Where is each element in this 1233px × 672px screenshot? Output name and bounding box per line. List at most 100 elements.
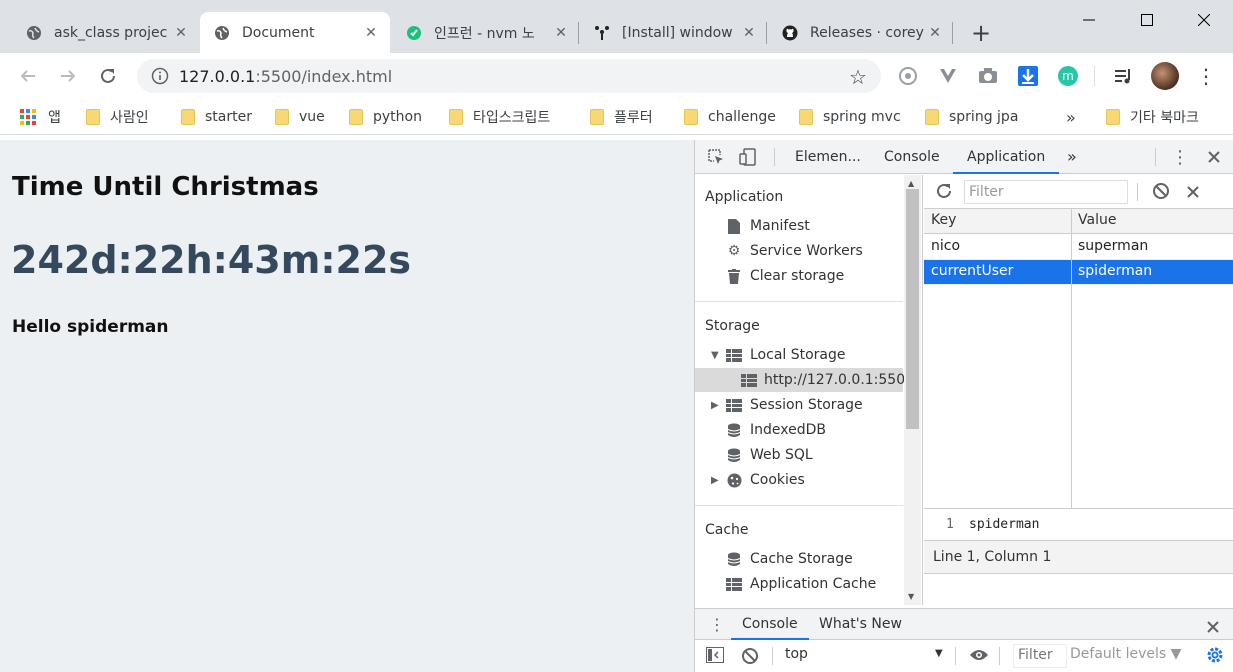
live-expression-eye-icon[interactable] <box>969 647 989 667</box>
drawer-tab-bar: ⋮ Console What's New <box>695 608 1233 640</box>
console-settings-gear-icon[interactable] <box>1206 646 1224 668</box>
browser-toolbar: 127.0.0.1:5500/index.html ☆ m ⋮ <box>0 53 1233 99</box>
expand-down-icon[interactable]: ▼ <box>711 350 725 361</box>
bookmark-folder[interactable]: spring mvc <box>799 106 901 128</box>
devtools-close-icon[interactable] <box>1203 146 1225 168</box>
reload-icon[interactable] <box>94 62 122 90</box>
menu-kebab-icon[interactable]: ⋮ <box>1192 62 1220 90</box>
sidebar-item-session-storage[interactable]: ▶ Session Storage <box>711 393 863 417</box>
profile-avatar[interactable] <box>1151 62 1179 90</box>
storage-filter-input[interactable]: Filter <box>964 180 1128 204</box>
close-tab-icon[interactable]: ✕ <box>172 25 190 41</box>
tab-title: Document <box>242 24 315 41</box>
tree-icon <box>594 25 610 41</box>
toolbar-divider <box>772 647 773 665</box>
tab-application[interactable]: Application <box>953 140 1060 174</box>
camera-icon[interactable] <box>974 62 1002 90</box>
url-text[interactable]: 127.0.0.1:5500/index.html <box>179 67 392 86</box>
inspect-element-icon[interactable] <box>705 146 727 168</box>
other-bookmarks-folder[interactable]: 기타 북마크 <box>1106 106 1199 128</box>
apps-shortcut[interactable]: 앱 <box>20 106 61 128</box>
bookmark-folder[interactable]: 사람인 <box>86 106 149 128</box>
log-levels-dropdown[interactable]: Default levels ▼ <box>1070 646 1181 662</box>
expand-right-icon[interactable]: ▶ <box>711 475 725 486</box>
address-bar[interactable]: 127.0.0.1:5500/index.html ☆ <box>137 59 881 93</box>
bookmark-folder[interactable]: challenge <box>684 106 776 128</box>
window-close-icon[interactable] <box>1175 0 1233 40</box>
sidebar-item-websql[interactable]: Web SQL <box>725 443 813 467</box>
clear-all-icon[interactable] <box>1152 182 1170 204</box>
close-tab-icon[interactable]: ✕ <box>552 25 570 41</box>
extension-m-icon[interactable]: m <box>1054 62 1082 90</box>
tab-divider <box>766 22 767 44</box>
back-icon[interactable] <box>14 62 42 90</box>
new-tab-button[interactable]: + <box>966 18 996 48</box>
tab-console[interactable]: Console <box>884 140 940 174</box>
sidebar-item-cookies[interactable]: ▶ Cookies <box>711 468 805 492</box>
refresh-icon[interactable] <box>935 182 953 204</box>
sidebar-divider <box>695 301 903 302</box>
tab-elements[interactable]: Elemen... <box>795 140 861 174</box>
scroll-up-icon[interactable]: ▲ <box>908 179 914 188</box>
browser-tab[interactable]: [Install] window ✕ <box>580 12 768 53</box>
table-row-selected[interactable]: currentUser spiderman <box>924 260 1233 285</box>
sidebar-item-cache-storage[interactable]: Cache Storage <box>725 547 853 571</box>
forward-icon[interactable] <box>54 62 82 90</box>
minimize-icon[interactable] <box>1060 0 1118 40</box>
context-selector[interactable]: top <box>785 646 808 662</box>
table-row[interactable]: nico superman <box>924 235 1233 260</box>
close-tab-icon[interactable]: ✕ <box>362 25 380 41</box>
sidebar-toggle-icon[interactable] <box>706 647 724 667</box>
device-toolbar-icon[interactable] <box>737 146 759 168</box>
info-icon[interactable] <box>151 67 169 89</box>
bookmarks-overflow-button[interactable]: » <box>1066 106 1076 128</box>
bookmark-folder[interactable]: starter <box>181 106 252 128</box>
sidebar-item-indexeddb[interactable]: IndexedDB <box>725 418 826 442</box>
column-header-key[interactable]: Key <box>931 212 956 228</box>
browser-tab[interactable]: 인프런 - nvm 노 ✕ <box>392 12 580 53</box>
row-key: currentUser <box>931 263 1014 279</box>
maximize-icon[interactable] <box>1118 0 1176 40</box>
bookmark-star-icon[interactable]: ☆ <box>849 65 867 89</box>
close-tab-icon[interactable]: ✕ <box>926 25 944 41</box>
clear-console-icon[interactable] <box>741 647 759 669</box>
bookmark-folder[interactable]: 플루터 <box>590 106 653 128</box>
drawer-close-icon[interactable] <box>1207 618 1219 637</box>
globe-icon <box>214 25 230 41</box>
sidebar-item-service-workers[interactable]: ⚙ Service Workers <box>725 239 863 263</box>
vue-devtools-icon[interactable] <box>934 62 962 90</box>
sidebar-item-clear-storage[interactable]: Clear storage <box>725 264 844 288</box>
browser-tab-active[interactable]: Document ✕ <box>200 12 390 53</box>
drawer-menu-icon[interactable]: ⋮ <box>709 615 725 634</box>
sidebar-item-manifest[interactable]: Manifest <box>725 214 810 238</box>
sidebar-scrollbar-thumb[interactable] <box>906 189 919 429</box>
sidebar-item-local-storage[interactable]: ▼ Local Storage <box>711 343 846 367</box>
delete-selected-icon[interactable] <box>1186 184 1200 203</box>
table-header: Key Value <box>924 209 1233 234</box>
devtools-divider <box>774 148 775 166</box>
sidebar-item-application-cache[interactable]: Application Cache <box>725 572 876 596</box>
bookmark-folder[interactable]: python <box>349 106 422 128</box>
browser-tab[interactable]: ask_class projec ✕ <box>12 12 200 53</box>
bookmark-label: 타입스크립트 <box>473 110 551 126</box>
column-header-value[interactable]: Value <box>1078 212 1116 228</box>
drawer-tab-whats-new[interactable]: What's New <box>819 609 902 640</box>
context-dropdown-icon[interactable]: ▼ <box>935 648 943 659</box>
download-icon[interactable] <box>1014 62 1042 90</box>
console-filter-input[interactable]: Filter <box>1013 644 1067 668</box>
column-divider[interactable] <box>1071 209 1072 509</box>
sidebar-item-local-origin[interactable]: http://127.0.0.1:5500 <box>695 368 914 392</box>
bookmark-folder[interactable]: vue <box>275 106 325 128</box>
bookmark-folder[interactable]: spring jpa <box>925 106 1018 128</box>
browser-tab[interactable]: Releases · corey ✕ <box>768 12 954 53</box>
scroll-down-icon[interactable]: ▼ <box>908 592 914 601</box>
drawer-tab-console[interactable]: Console <box>731 609 809 640</box>
more-tabs-button[interactable]: » <box>1067 140 1077 174</box>
bookmark-folder[interactable]: 타입스크립트 <box>449 106 550 128</box>
devtools-menu-icon[interactable]: ⋮ <box>1169 146 1191 168</box>
media-control-icon[interactable] <box>1110 62 1138 90</box>
extension-wheel-icon[interactable] <box>894 62 922 90</box>
close-tab-icon[interactable]: ✕ <box>740 25 758 41</box>
expand-right-icon[interactable]: ▶ <box>711 400 725 411</box>
value-preview[interactable]: 1 spiderman <box>924 510 1233 540</box>
